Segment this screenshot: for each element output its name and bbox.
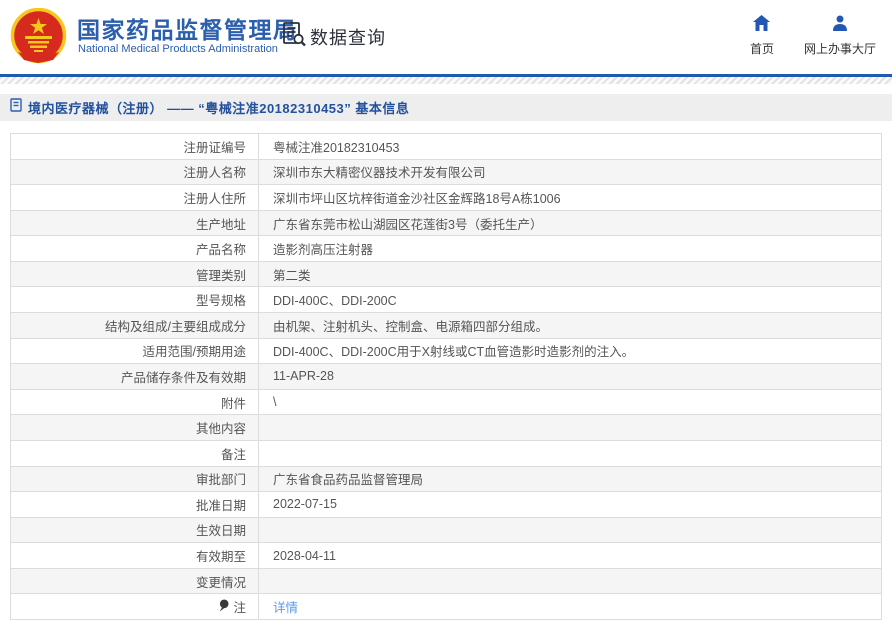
row-label: 生效日期: [11, 517, 259, 543]
table-row: 注册人名称 深圳市东大精密仪器技术开发有限公司: [11, 159, 881, 186]
page-title-bar: 境内医疗器械（注册） —— “粤械注准20182310453” 基本信息: [0, 94, 892, 121]
page: 国家药品监督管理局 National Medical Products Admi…: [0, 0, 892, 629]
row-label: 批准日期: [11, 492, 259, 517]
row-value: 深圳市东大精密仪器技术开发有限公司: [273, 166, 486, 181]
row-value: 广东省食品药品监督管理局: [273, 473, 424, 488]
row-value: [259, 415, 881, 440]
row-value: 广东省东莞市松山湖园区花莲街3号（委托生产）: [273, 217, 543, 232]
row-label: 管理类别: [11, 261, 259, 287]
table-row: 适用范围/预期用途 DDI-400C、DDI-200C用于X射线或CT血管造影时造…: [11, 338, 881, 365]
note-balloon-icon: [219, 599, 230, 615]
row-label: 型号规格: [11, 287, 259, 313]
row-value: [259, 569, 881, 594]
row-label: 有效期至: [11, 543, 259, 568]
row-value: 由机架、注射机头、控制盒、电源箱四部分组成。: [273, 319, 549, 334]
row-label: 备注: [11, 440, 259, 466]
row-label: 其他内容: [11, 415, 259, 440]
row-label: 产品名称: [11, 236, 259, 261]
table-row: 产品名称 造影剂高压注射器: [11, 236, 881, 262]
row-label: 附件: [11, 389, 259, 415]
document-search-icon: [282, 21, 307, 52]
row-label: 审批部门: [11, 466, 259, 492]
table-row: 产品储存条件及有效期 11-APR-28: [11, 364, 881, 390]
site-subtitle: National Medical Products Administration: [78, 43, 278, 55]
table-row: 附件 \: [11, 389, 881, 416]
row-label: 结构及组成/主要组成成分: [11, 313, 259, 338]
table-row: 有效期至 2028-04-11: [11, 543, 881, 569]
row-value: DDI-400C、DDI-200C用于X射线或CT血管造影时造影剂的注入。: [273, 345, 635, 360]
row-value: [259, 518, 881, 543]
site-title: 国家药品监督管理局: [77, 17, 298, 43]
row-value: \: [273, 395, 277, 410]
table-row: 注册人住所 深圳市坪山区坑梓街道金沙社区金辉路18号A栋1006: [11, 185, 881, 211]
detail-link[interactable]: 详情: [273, 597, 298, 616]
table-row: 备注: [11, 440, 881, 467]
nav-home-label: 首页: [749, 42, 774, 56]
hatch-stripe-band: [0, 77, 892, 84]
table-row: 结构及组成/主要组成成分 由机架、注射机头、控制盒、电源箱四部分组成。: [11, 313, 881, 339]
national-emblem-logo[interactable]: [10, 7, 67, 65]
table-row: 生效日期: [11, 517, 881, 544]
row-label: 注: [11, 594, 259, 619]
table-row: 其他内容: [11, 415, 881, 441]
nav-online-service-hall[interactable]: 网上办事大厅: [804, 15, 876, 57]
table-row: 生产地址 广东省东莞市松山湖园区花莲街3号（委托生产）: [11, 210, 881, 237]
row-value: DDI-400C、DDI-200C: [273, 294, 397, 309]
row-value: 第二类: [273, 268, 311, 283]
page-title: 境内医疗器械（注册） —— “粤械注准20182310453” 基本信息: [28, 101, 410, 116]
tab-data-query[interactable]: 数据查询: [282, 21, 386, 52]
table-row: 管理类别 第二类: [11, 261, 881, 288]
row-value: 2028-04-11: [273, 548, 337, 563]
row-label: 变更情况: [11, 568, 259, 594]
data-query-label: 数据查询: [310, 27, 386, 48]
table-row: 变更情况: [11, 568, 881, 595]
row-label: 生产地址: [11, 210, 259, 236]
table-row: 型号规格 DDI-400C、DDI-200C: [11, 287, 881, 314]
document-icon: [10, 98, 22, 117]
header: 国家药品监督管理局 National Medical Products Admi…: [0, 0, 892, 74]
header-nav: 首页 网上办事大厅: [750, 15, 876, 57]
nav-home[interactable]: 首页: [750, 15, 774, 57]
row-value: 深圳市坪山区坑梓街道金沙社区金辉路18号A栋1006: [273, 191, 561, 206]
row-value: 2022-07-15: [273, 497, 337, 512]
table-row: 批准日期 2022-07-15: [11, 492, 881, 518]
registration-info-table: 注册证编号 粤械注准20182310453 注册人名称 深圳市东大精密仪器技术开发有限…: [10, 133, 882, 620]
row-label: 注册人住所: [11, 185, 259, 210]
row-value: 粤械注准20182310453: [273, 140, 400, 155]
row-label: 适用范围/预期用途: [11, 338, 259, 364]
row-value: 造影剂高压注射器: [273, 243, 374, 258]
nav-online-service-hall-label: 网上办事大厅: [803, 42, 876, 56]
row-value: 详情: [259, 594, 881, 619]
user-icon: [832, 15, 848, 36]
table-row: 注详情: [11, 594, 881, 619]
table-row: 注册证编号 粤械注准20182310453: [11, 134, 881, 160]
table-row: 审批部门 广东省食品药品监督管理局: [11, 466, 881, 493]
row-label: 注册证编号: [11, 134, 259, 159]
row-value: 11-APR-28: [273, 369, 334, 384]
row-label: 注册人名称: [11, 159, 259, 185]
row-value: [259, 441, 881, 466]
row-label: 产品储存条件及有效期: [11, 364, 259, 389]
home-icon: [753, 15, 771, 36]
